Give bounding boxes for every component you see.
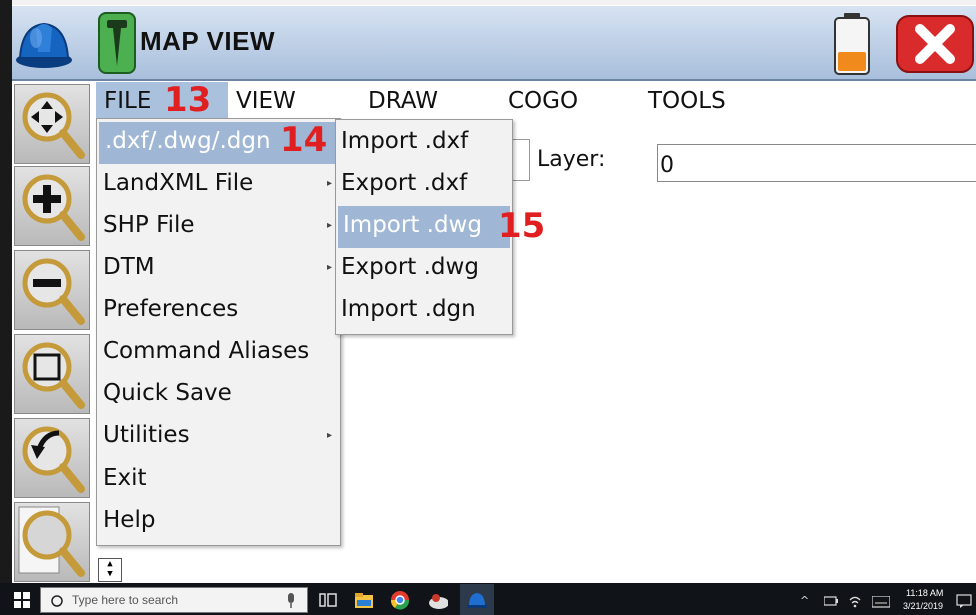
zoom-window-button[interactable] — [14, 334, 90, 414]
hard-hat-icon[interactable] — [14, 16, 74, 72]
file-menu-item-label: .dxf/.dwg/.dgn — [105, 128, 271, 154]
page-title: MAP VIEW — [140, 26, 275, 56]
task-view-icon[interactable] — [318, 590, 338, 610]
taskbar-clock-time[interactable]: 11:18 AM — [906, 588, 943, 598]
menu-draw[interactable]: DRAW — [368, 88, 438, 114]
annotation-step-15: 15 — [498, 206, 546, 246]
file-menu-item-quick-save[interactable]: Quick Save — [97, 374, 340, 416]
file-menu-item-label: Help — [103, 507, 156, 533]
submenu-item-export-dxf[interactable]: Export .dxf — [336, 164, 512, 206]
menu-cogo[interactable]: COGO — [508, 88, 578, 114]
zoom-in-button[interactable] — [14, 166, 90, 246]
hard-hat-app-icon[interactable] — [467, 590, 487, 610]
submenu-item-import-dgn[interactable]: Import .dgn — [336, 290, 512, 332]
zoom-extents-button[interactable] — [14, 502, 90, 582]
annotation-step-13: 13 — [164, 80, 212, 120]
layer-input[interactable]: 0 — [657, 144, 976, 182]
file-menu: .dxf/.dwg/.dgn LandXML File ▸ SHP File ▸… — [96, 118, 341, 546]
file-menu-item-preferences[interactable]: Preferences — [97, 290, 340, 332]
submenu-item-import-dwg[interactable]: Import .dwg — [338, 206, 510, 248]
file-menu-item-utilities[interactable]: Utilities ▸ — [97, 416, 340, 458]
close-button[interactable] — [896, 15, 974, 73]
windows-start-icon[interactable] — [14, 592, 30, 608]
file-menu-item-dtm[interactable]: DTM ▸ — [97, 248, 340, 290]
layer-label: Layer: — [537, 147, 606, 172]
zoom-extents-icon — [18, 506, 85, 577]
chrome-icon[interactable] — [390, 590, 410, 610]
keyboard-icon[interactable] — [872, 596, 890, 608]
search-icon — [51, 595, 63, 607]
file-explorer-icon[interactable] — [354, 590, 374, 610]
menu-tools[interactable]: TOOLS — [648, 88, 726, 114]
app-icon[interactable] — [428, 590, 448, 610]
window-left-edge — [0, 0, 12, 583]
file-menu-item-label: Utilities — [103, 422, 190, 448]
submenu-arrow-icon: ▸ — [326, 220, 332, 231]
north-arrow-icon[interactable]: ▲ ▼ — [98, 558, 122, 582]
map-pin-icon — [98, 12, 136, 74]
menu-file[interactable]: FILE — [104, 88, 151, 114]
submenu-item-import-dxf[interactable]: Import .dxf — [336, 122, 512, 164]
tray-battery-icon[interactable] — [824, 596, 838, 606]
pan-button[interactable] — [14, 84, 90, 164]
battery-icon — [834, 13, 870, 75]
file-menu-item-label: LandXML File — [103, 170, 254, 196]
submenu-item-export-dwg[interactable]: Export .dwg — [336, 248, 512, 290]
file-menu-item-label: Preferences — [103, 296, 239, 322]
file-menu-item-command-aliases[interactable]: Command Aliases — [97, 332, 340, 374]
menu-view[interactable]: VIEW — [236, 88, 296, 114]
file-menu-item-help[interactable]: Help — [97, 501, 340, 543]
file-menu-item-label: DTM — [103, 254, 155, 280]
file-menu-item-label: Quick Save — [103, 380, 232, 406]
microphone-icon[interactable] — [286, 593, 296, 609]
wifi-icon[interactable] — [848, 594, 862, 608]
search-placeholder: Type here to search — [72, 593, 179, 607]
file-menu-item-landxml[interactable]: LandXML File ▸ — [97, 164, 340, 206]
file-menu-item-label: Exit — [103, 465, 147, 491]
file-menu-item-exit[interactable]: Exit — [97, 459, 340, 501]
submenu-arrow-icon: ▸ — [326, 178, 332, 189]
taskbar-clock-date[interactable]: 3/21/2019 — [903, 601, 943, 611]
submenu-arrow-icon: ▸ — [326, 262, 332, 273]
annotation-step-14: 14 — [280, 120, 328, 160]
zoom-previous-icon — [22, 426, 85, 493]
zoom-out-icon — [22, 258, 85, 325]
file-menu-item-label: Command Aliases — [103, 338, 310, 364]
zoom-window-icon — [22, 342, 85, 409]
zoom-in-icon — [22, 174, 85, 241]
dxf-submenu: Import .dxf Export .dxf Import .dwg Expo… — [335, 119, 513, 335]
submenu-arrow-icon: ▸ — [326, 430, 332, 441]
zoom-out-button[interactable] — [14, 250, 90, 330]
notifications-icon[interactable] — [956, 594, 972, 608]
partial-field — [510, 139, 530, 181]
file-menu-item-shp[interactable]: SHP File ▸ — [97, 206, 340, 248]
pan-icon — [22, 92, 85, 159]
file-menu-item-label: SHP File — [103, 212, 195, 238]
tray-chevron-icon[interactable]: ^ — [800, 594, 809, 607]
zoom-previous-button[interactable] — [14, 418, 90, 498]
